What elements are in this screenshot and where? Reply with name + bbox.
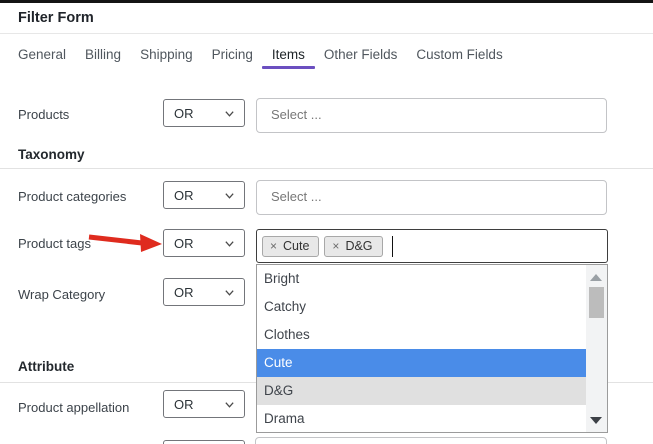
- product-categories-label: Product categories: [18, 189, 127, 204]
- products-operator-select[interactable]: OR: [163, 99, 245, 127]
- remove-tag-icon[interactable]: ×: [270, 239, 277, 253]
- next-row-multiselect-input[interactable]: [255, 437, 607, 444]
- product-appellation-label: Product appellation: [18, 400, 130, 415]
- tag-chip-dg[interactable]: × D&G: [324, 235, 383, 257]
- tab-general[interactable]: General: [18, 46, 66, 63]
- product-categories-placeholder: Select ...: [271, 189, 322, 204]
- taxonomy-divider: [0, 168, 653, 169]
- product-tags-operator-select[interactable]: OR: [163, 229, 245, 257]
- window-top-edge: [0, 0, 653, 3]
- scrollbar-down-icon[interactable]: [590, 417, 602, 424]
- dropdown-option-bright[interactable]: Bright: [257, 265, 586, 293]
- scrollbar-thumb[interactable]: [589, 287, 604, 318]
- operator-value: OR: [174, 396, 194, 412]
- scrollbar-up-icon[interactable]: [590, 274, 602, 281]
- product-tags-label: Product tags: [18, 236, 91, 251]
- taxonomy-section-title: Taxonomy: [18, 147, 85, 162]
- dropdown-option-dg[interactable]: D&G: [257, 377, 586, 405]
- chevron-down-icon: [225, 401, 234, 408]
- tag-chip-label: D&G: [345, 238, 373, 253]
- operator-value: OR: [174, 105, 194, 121]
- annotation-arrow-icon: [88, 234, 162, 252]
- wrap-category-label: Wrap Category: [18, 287, 106, 302]
- tab-other-fields[interactable]: Other Fields: [324, 46, 398, 63]
- wrap-category-operator-select[interactable]: OR: [163, 278, 245, 306]
- remove-tag-icon[interactable]: ×: [332, 239, 339, 253]
- products-label: Products: [18, 107, 70, 122]
- operator-value: OR: [174, 187, 194, 203]
- tab-items[interactable]: Items: [261, 46, 315, 69]
- text-cursor: [391, 235, 394, 257]
- product-appellation-operator-select[interactable]: OR: [163, 390, 245, 418]
- tab-custom-fields[interactable]: Custom Fields: [416, 46, 502, 63]
- tab-billing[interactable]: Billing: [85, 46, 121, 63]
- product-tags-multiselect-input[interactable]: × Cute × D&G: [256, 229, 608, 263]
- chevron-down-icon: [225, 110, 234, 117]
- product-categories-multiselect-input[interactable]: Select ...: [256, 180, 607, 215]
- dropdown-option-catchy[interactable]: Catchy: [257, 293, 586, 321]
- operator-value: OR: [174, 284, 194, 300]
- chevron-down-icon: [225, 240, 234, 247]
- chevron-down-icon: [225, 192, 234, 199]
- header-divider: [0, 33, 653, 34]
- tag-chip-label: Cute: [283, 238, 310, 253]
- dropdown-option-clothes[interactable]: Clothes: [257, 321, 586, 349]
- tag-chip-cute[interactable]: × Cute: [262, 235, 320, 257]
- tab-pricing[interactable]: Pricing: [212, 46, 253, 63]
- products-multiselect-input[interactable]: Select ...: [256, 98, 607, 133]
- dropdown-option-cute[interactable]: Cute: [257, 349, 586, 377]
- filter-form-window: Filter Form General Billing Shipping Pri…: [0, 0, 653, 444]
- chevron-down-icon: [225, 289, 234, 296]
- page-title: Filter Form: [18, 10, 94, 26]
- product-categories-operator-select[interactable]: OR: [163, 181, 245, 209]
- tab-shipping[interactable]: Shipping: [140, 46, 193, 63]
- tab-bar: General Billing Shipping Pricing Items O…: [18, 46, 503, 69]
- products-placeholder: Select ...: [271, 107, 322, 122]
- attribute-section-title: Attribute: [18, 359, 75, 374]
- next-row-operator-select[interactable]: [163, 440, 245, 444]
- operator-value: OR: [174, 235, 194, 251]
- dropdown-option-drama[interactable]: Drama: [257, 405, 586, 433]
- tags-dropdown-list: Bright Catchy Clothes Cute D&G Drama: [256, 264, 608, 433]
- dropdown-scrollbar[interactable]: [586, 265, 607, 432]
